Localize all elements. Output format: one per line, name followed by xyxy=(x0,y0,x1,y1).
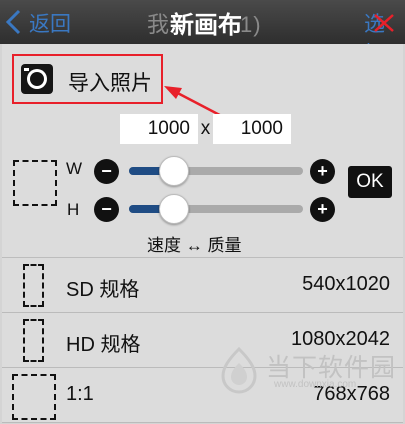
background-title-left: 我 xyxy=(147,12,171,37)
height-slider-label: H xyxy=(67,200,80,219)
speed-quality-label: 速度 ↔ 质量 xyxy=(147,236,242,255)
height-slider-track[interactable] xyxy=(129,194,303,224)
portrait-frame-icon xyxy=(23,319,44,362)
canvas-preview-frame xyxy=(13,160,57,206)
preset-size: 540x1020 xyxy=(302,273,390,295)
width-decrease-button[interactable]: − xyxy=(94,159,119,184)
preset-list: SD 规格 540x1020 HD 规格 1080x2042 1:1 768x7… xyxy=(2,258,403,423)
width-input[interactable]: 1000 xyxy=(120,114,198,144)
background-title-right: 1) xyxy=(240,12,262,37)
watermark-url: www.downxia.com xyxy=(274,379,357,390)
preset-name: SD 规格 xyxy=(66,279,140,301)
preset-name: HD 规格 xyxy=(66,334,141,356)
height-input[interactable]: 1000 xyxy=(213,114,291,144)
watermark: 当下软件园 www.downxia.com xyxy=(218,346,398,396)
watermark-logo-icon xyxy=(221,346,257,394)
preset-name: 1:1 xyxy=(66,383,94,405)
import-photo-button[interactable]: 导入照片 xyxy=(12,54,163,104)
square-frame-icon xyxy=(12,374,56,420)
portrait-frame-icon xyxy=(23,264,44,307)
back-button[interactable]: 返回 xyxy=(29,8,71,38)
width-increase-button[interactable]: + xyxy=(310,159,335,184)
top-bar: 返回 我1) 新画布 选择 xyxy=(0,0,405,66)
width-slider-thumb[interactable] xyxy=(159,156,190,186)
camera-icon xyxy=(21,64,53,94)
close-x-icon[interactable] xyxy=(372,13,396,33)
ok-button[interactable]: OK xyxy=(348,166,392,198)
import-photo-label: 导入照片 xyxy=(68,72,152,95)
height-decrease-button[interactable]: − xyxy=(94,197,119,222)
new-canvas-dialog: 导入照片 1000 x 1000 W − + H − + OK 速度 ↔ 质量 xyxy=(2,44,403,258)
height-increase-button[interactable]: + xyxy=(310,197,335,222)
preset-row-sd[interactable]: SD 规格 540x1020 xyxy=(2,258,403,313)
times-sign: x xyxy=(200,118,211,139)
dialog-title: 新画布 xyxy=(170,12,242,39)
back-chevron-icon[interactable] xyxy=(4,9,24,35)
height-slider-thumb[interactable] xyxy=(159,194,190,224)
width-slider-label: W xyxy=(66,159,83,178)
width-slider-track[interactable] xyxy=(129,156,303,186)
